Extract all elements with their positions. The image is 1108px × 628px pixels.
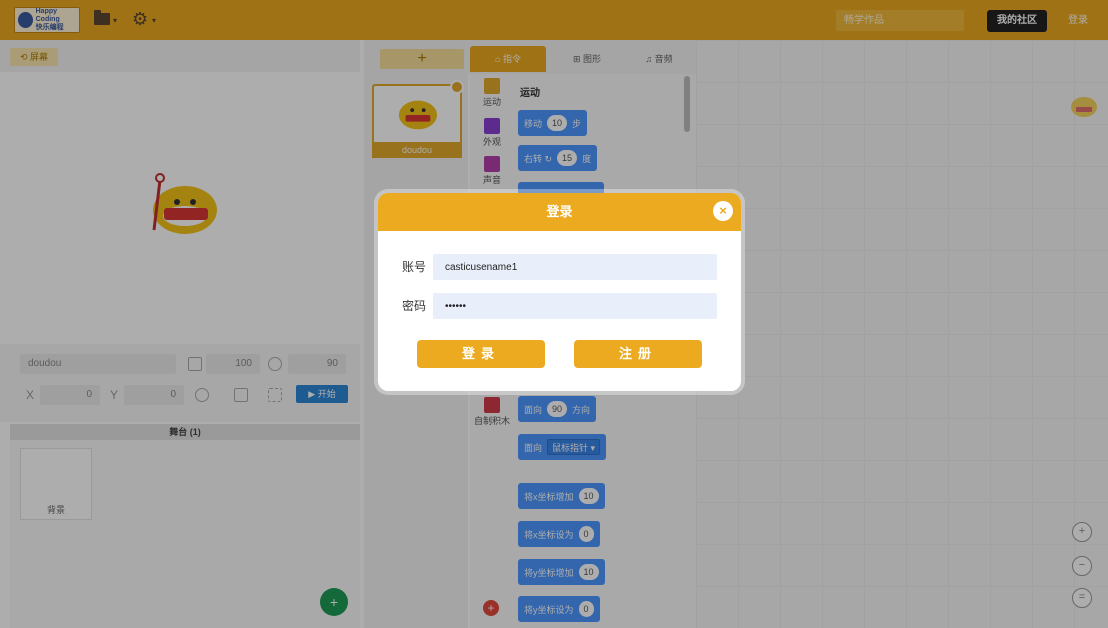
- password-field[interactable]: [433, 293, 717, 319]
- password-label: 密码: [402, 299, 427, 313]
- account-label: 账号: [402, 260, 427, 274]
- close-icon[interactable]: ×: [713, 201, 733, 221]
- login-dialog: 登录 × 账号 密码 登录 注册: [378, 193, 741, 391]
- register-button[interactable]: 注册: [574, 340, 702, 368]
- account-field[interactable]: [433, 254, 717, 280]
- dialog-title: 登录: [378, 193, 741, 231]
- login-button[interactable]: 登录: [417, 340, 545, 368]
